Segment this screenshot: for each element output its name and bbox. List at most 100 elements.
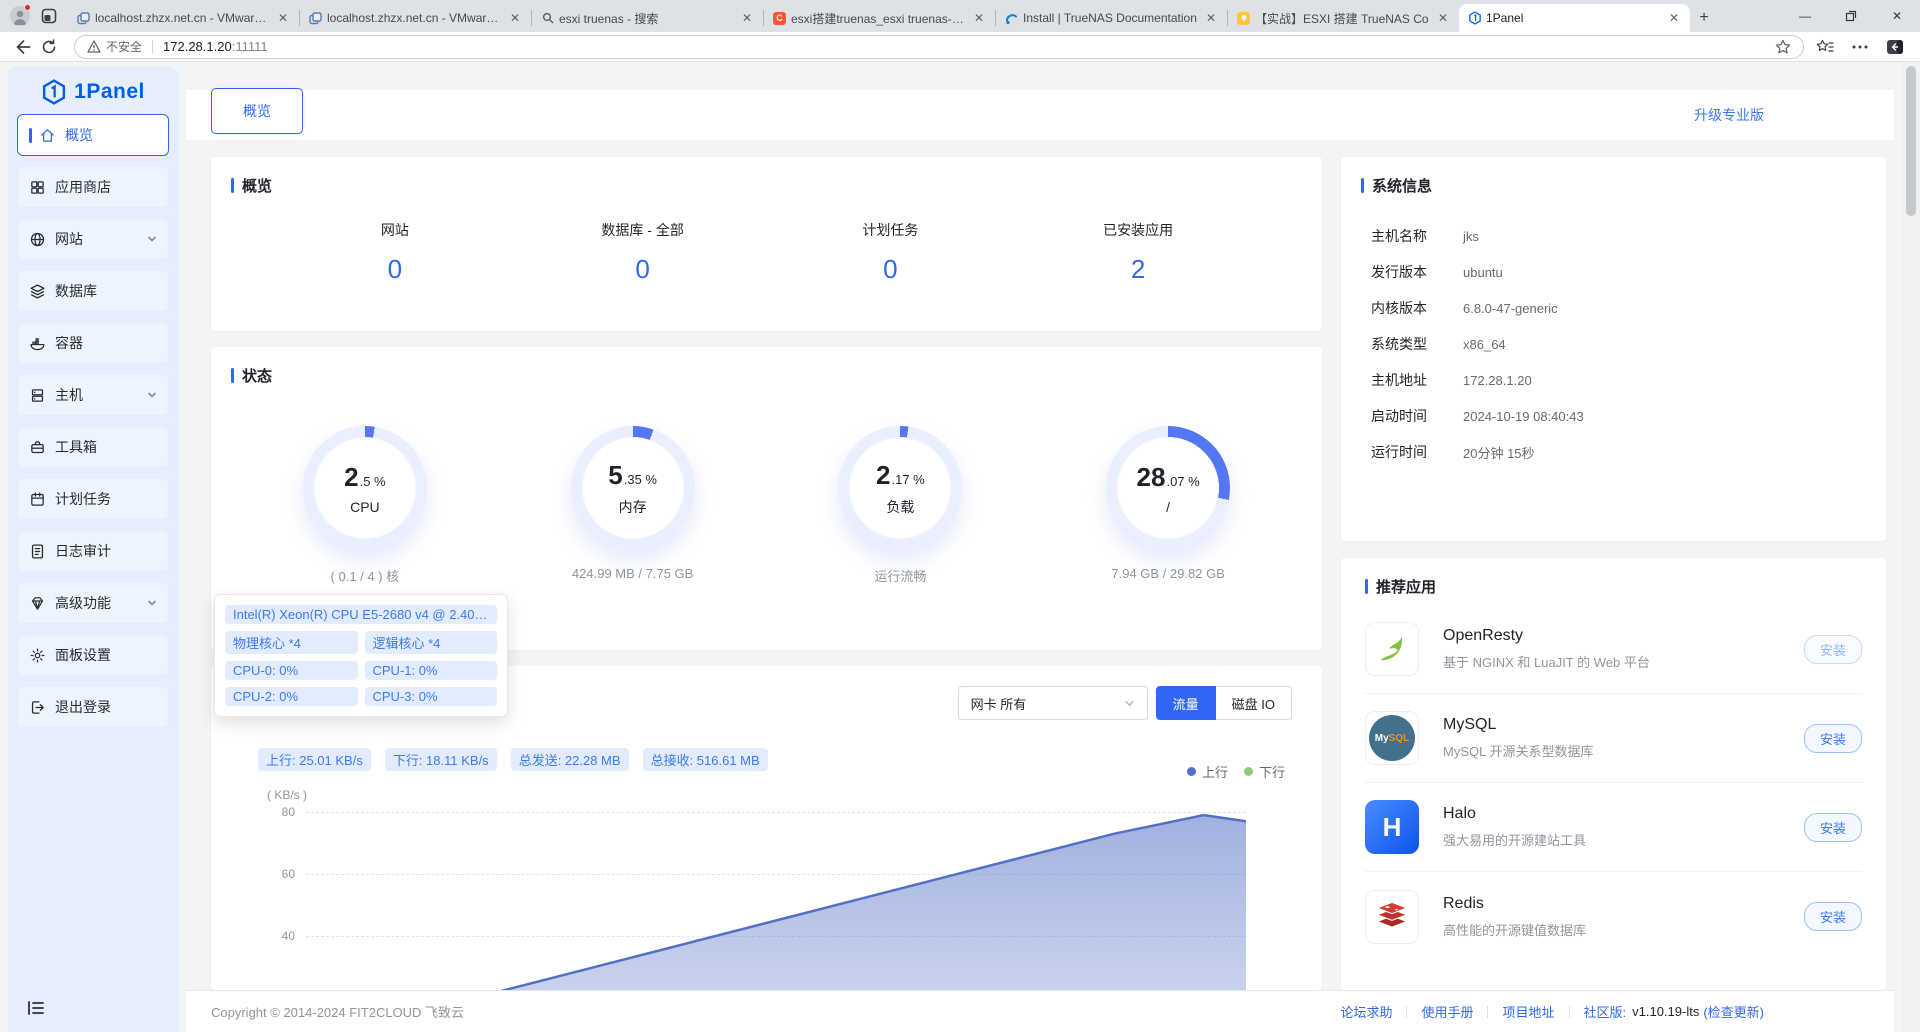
stat-value[interactable]: 2: [1014, 254, 1262, 285]
page-tab-overview[interactable]: 概览: [211, 88, 303, 134]
restore-icon: [1845, 10, 1857, 22]
address-bar[interactable]: 不安全 172.28.1.20 :11111: [74, 35, 1804, 59]
stat-value[interactable]: 0: [767, 254, 1015, 285]
app-name[interactable]: MySQL: [1443, 716, 1593, 734]
app-row-mysql[interactable]: MySQL MySQL MySQL 开源关系型数据库 安装: [1365, 694, 1862, 783]
sidebar-item-logout[interactable]: 退出登录: [17, 686, 169, 728]
close-window-button[interactable]: ✕: [1874, 0, 1920, 32]
app-name[interactable]: Redis: [1443, 895, 1586, 913]
project-repo-link[interactable]: 项目地址: [1502, 1002, 1554, 1021]
page-scrollbar[interactable]: [1902, 62, 1920, 1032]
sidebar-item-label: 退出登录: [55, 697, 111, 717]
tab-close-icon[interactable]: ✕: [739, 11, 755, 25]
sidebar-item-host[interactable]: 主机: [17, 374, 169, 416]
install-button[interactable]: 安装: [1804, 724, 1862, 753]
csdn-icon: C: [772, 11, 787, 26]
tab-close-icon[interactable]: ✕: [971, 11, 987, 25]
overview-stats: 网站 0 数据库 - 全部 0 计划任务 0 已安装应用 2: [231, 220, 1302, 285]
back-button[interactable]: [10, 34, 36, 60]
sidebar-item-database[interactable]: 数据库: [17, 270, 169, 312]
sidebar-item-settings[interactable]: 面板设置: [17, 634, 169, 676]
sidebar-item-label: 工具箱: [55, 437, 97, 457]
screen: localhost.zhzx.net.cn - VMware E ✕ local…: [0, 0, 1920, 1032]
tab-close-icon[interactable]: ✕: [1203, 11, 1219, 25]
tab-title: esxi truenas - 搜索: [559, 10, 735, 27]
sidebar-item-overview[interactable]: 概览: [17, 114, 169, 156]
tab-truenas-docs[interactable]: Install | TrueNAS Documentation ✕: [996, 4, 1227, 32]
nic-select[interactable]: 网卡 所有: [958, 686, 1148, 720]
chevron-down-icon: [147, 234, 157, 244]
tab-close-icon[interactable]: ✕: [1666, 11, 1682, 25]
traffic-tab-button[interactable]: 流量: [1156, 686, 1216, 720]
tab-esxi-article[interactable]: 【实战】ESXI 搭建 TrueNAS Co ✕: [1228, 4, 1459, 32]
disk-io-tab-button[interactable]: 磁盘 IO: [1216, 686, 1292, 720]
install-button[interactable]: 安装: [1804, 813, 1862, 842]
edition-label: 社区版:: [1584, 1002, 1627, 1021]
app-row-redis[interactable]: Redis 高性能的开源键值数据库 安装: [1365, 872, 1862, 961]
stat-value[interactable]: 0: [519, 254, 767, 285]
app-texts: OpenResty 基于 NGINX 和 LuaJIT 的 Web 平台: [1443, 627, 1650, 671]
tab-vmware-1[interactable]: localhost.zhzx.net.cn - VMware E ✕: [68, 4, 299, 32]
y-tick-60: 60: [251, 867, 295, 881]
sidebar-item-container[interactable]: 容器: [17, 322, 169, 364]
browser-tab-strip: localhost.zhzx.net.cn - VMware E ✕ local…: [0, 0, 1920, 32]
tab-csdn[interactable]: C esxi搭建truenas_esxi truenas-CS ✕: [764, 4, 995, 32]
chevron-down-icon: [147, 598, 157, 608]
sidebar-item-cron[interactable]: 计划任务: [17, 478, 169, 520]
sidebar-item-toolbox[interactable]: 工具箱: [17, 426, 169, 468]
app-description: 基于 NGINX 和 LuaJIT 的 Web 平台: [1443, 652, 1650, 671]
minimize-button[interactable]: —: [1782, 0, 1828, 32]
legend-uplink[interactable]: 上行: [1187, 762, 1228, 781]
logo-text: 1Panel: [74, 80, 145, 104]
install-button[interactable]: 安装: [1804, 635, 1862, 664]
sidebar-item-app-store[interactable]: 应用商店: [17, 166, 169, 208]
sidebar-item-website[interactable]: 网站: [17, 218, 169, 260]
tab-close-icon[interactable]: ✕: [1435, 11, 1451, 25]
tab-search[interactable]: esxi truenas - 搜索 ✕: [532, 4, 763, 32]
overview-card: 概览 网站 0 数据库 - 全部 0 计划任务 0 已安装应用 2: [211, 157, 1322, 331]
gauge-label: CPU: [350, 499, 380, 515]
tab-close-icon[interactable]: ✕: [507, 11, 523, 25]
recommended-apps-title: 推荐应用: [1365, 576, 1862, 597]
scrollbar-thumb[interactable]: [1906, 66, 1916, 216]
status-gauges: 2.5 % CPU ( 0.1 / 4 ) 核 5.35 % 内存 424.99…: [231, 426, 1302, 585]
gauge-ring: 5.35 % 内存: [571, 426, 695, 550]
stat-label: 数据库 - 全部: [519, 220, 767, 240]
bookmark-star-icon[interactable]: [1775, 39, 1791, 55]
traffic-controls: 网卡 所有 流量 磁盘 IO: [958, 686, 1292, 720]
security-status[interactable]: 不安全: [87, 38, 142, 55]
cpu-core-1: CPU-1: 0%: [365, 661, 498, 680]
tab-title: localhost.zhzx.net.cn - VMware E: [95, 11, 271, 25]
sidebar-toggle-icon[interactable]: [1886, 39, 1904, 55]
gauge-memory: 5.35 % 内存 424.99 MB / 7.75 GB: [499, 426, 767, 585]
new-tab-button[interactable]: +: [1690, 4, 1718, 32]
favorites-bar-icon[interactable]: [1816, 39, 1834, 55]
tab-1panel-active[interactable]: 1Panel ✕: [1459, 4, 1690, 32]
sidebar-item-label: 容器: [55, 333, 83, 353]
app-row-halo[interactable]: H Halo 强大易用的开源建站工具 安装: [1365, 783, 1862, 872]
more-menu-icon[interactable]: [1852, 45, 1868, 49]
forum-help-link[interactable]: 论坛求助: [1340, 1002, 1392, 1021]
app-name[interactable]: Halo: [1443, 805, 1586, 823]
cpu-logical-cores: 逻辑核心 *4: [365, 631, 498, 654]
restore-button[interactable]: [1828, 0, 1874, 32]
upgrade-pro-link[interactable]: 升级专业版: [1694, 90, 1764, 140]
tab-vmware-2[interactable]: localhost.zhzx.net.cn - VMware E ✕: [300, 4, 531, 32]
stat-value[interactable]: 0: [271, 254, 519, 285]
tab-actions-button[interactable]: [40, 7, 58, 25]
app-name[interactable]: OpenResty: [1443, 627, 1650, 645]
app-row-openresty[interactable]: OpenResty 基于 NGINX 和 LuaJIT 的 Web 平台 安装: [1365, 605, 1862, 694]
footer-separator: [1569, 1006, 1570, 1018]
install-button[interactable]: 安装: [1804, 902, 1862, 931]
sidebar-item-advanced[interactable]: 高级功能: [17, 582, 169, 624]
user-manual-link[interactable]: 使用手册: [1421, 1002, 1473, 1021]
sidebar-collapse-button[interactable]: [26, 998, 48, 1020]
tab-close-icon[interactable]: ✕: [275, 11, 291, 25]
openresty-icon: [1365, 622, 1419, 676]
refresh-button[interactable]: [36, 34, 62, 60]
check-update-link[interactable]: (检查更新): [1703, 1002, 1764, 1021]
url-port: :11111: [232, 39, 268, 54]
stat-label: 已安装应用: [1014, 220, 1262, 240]
sidebar-item-logs[interactable]: 日志审计: [17, 530, 169, 572]
legend-downlink[interactable]: 下行: [1244, 762, 1285, 781]
